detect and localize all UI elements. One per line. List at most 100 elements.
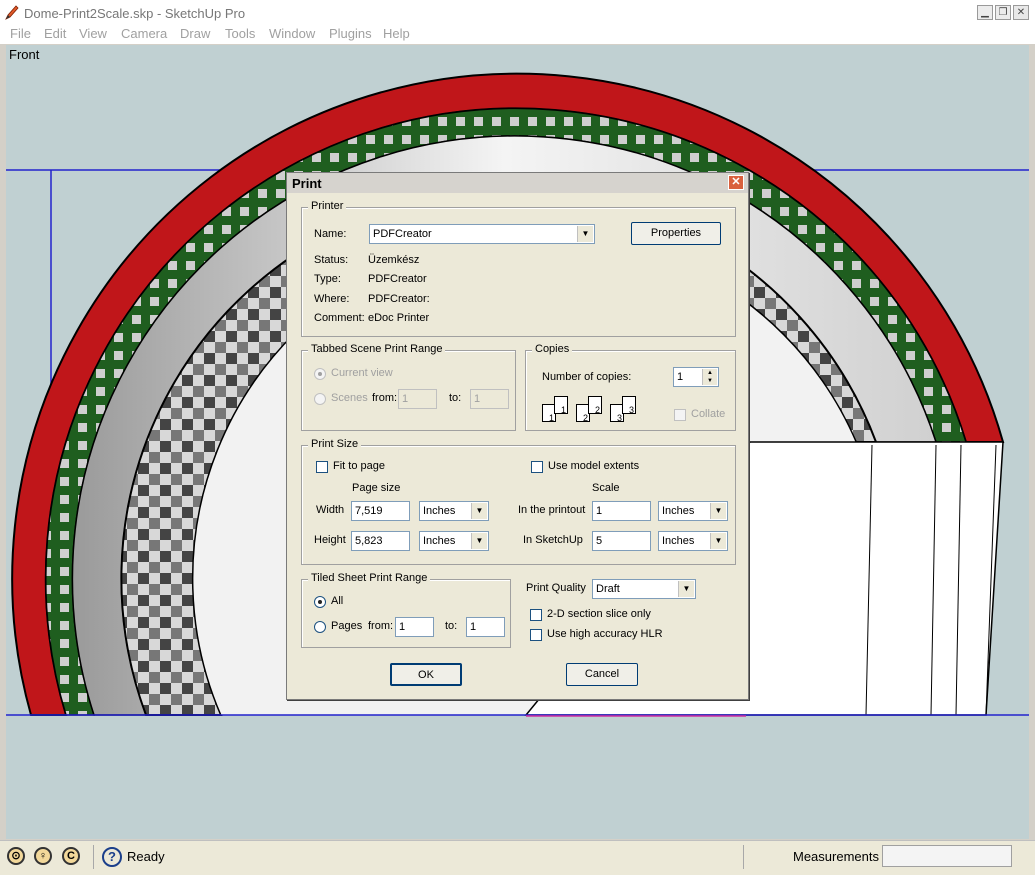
print-dialog: Print ✕ Printer Name: PDFCreator ▼ Prope… — [286, 172, 749, 700]
sketchup-scale-input[interactable]: 5 — [592, 531, 651, 551]
print-quality-value: Draft — [596, 583, 620, 595]
page-icon: 1 — [554, 396, 568, 415]
spin-icon[interactable]: ▲ ▼ — [702, 369, 717, 385]
menu-plugins[interactable]: Plugins — [329, 26, 372, 41]
tiled-range-group: Tiled Sheet Print Range All Pages from: … — [301, 572, 511, 648]
copies-group: Copies Number of copies: 1 ▲ ▼ 1 1 2 2 3 … — [525, 343, 736, 431]
dialog-title-bar: Print ✕ — [287, 173, 748, 193]
close-button[interactable]: ✕ — [1013, 5, 1029, 20]
scene-to-input[interactable]: 1 — [470, 389, 509, 409]
height-unit-select[interactable]: Inches ▼ — [419, 531, 489, 551]
menu-file[interactable]: File — [10, 26, 31, 41]
close-icon: ✕ — [1016, 7, 1026, 18]
high-accuracy-checkbox[interactable] — [530, 629, 542, 641]
tiled-all-radio[interactable] — [314, 596, 326, 608]
credits-icon[interactable]: ♀ — [34, 847, 52, 865]
collate-checkbox[interactable] — [674, 409, 686, 421]
dialog-close-button[interactable]: ✕ — [728, 175, 744, 190]
tiled-range-legend: Tiled Sheet Print Range — [308, 572, 431, 584]
height-input[interactable]: 5,823 — [351, 531, 410, 551]
minimize-icon: ▁ — [981, 7, 989, 18]
dropdown-arrow-icon: ▼ — [471, 533, 487, 549]
use-model-extents-label: Use model extents — [548, 460, 640, 472]
scenes-label: Scenes — [331, 392, 368, 404]
scene-to-label: to: — [449, 392, 462, 404]
dropdown-arrow-icon: ▼ — [710, 533, 726, 549]
print-quality-select[interactable]: Draft ▼ — [592, 579, 696, 599]
copyright-icon[interactable]: C — [62, 847, 80, 865]
copies-label: Number of copies: — [542, 371, 632, 383]
width-input[interactable]: 7,519 — [351, 501, 410, 521]
window-title: Dome-Print2Scale.skp - SketchUp Pro — [24, 6, 246, 21]
sketchup-logo-icon — [5, 5, 19, 20]
tiled-pages-label: Pages — [331, 620, 363, 632]
type-label: Type: — [314, 273, 341, 285]
printout-unit-select[interactable]: Inches ▼ — [658, 501, 728, 521]
menu-window[interactable]: Window — [269, 26, 315, 41]
menu-view[interactable]: View — [79, 26, 107, 41]
page-icon: 3 — [622, 396, 636, 415]
menu-tools[interactable]: Tools — [225, 26, 255, 41]
where-value: PDFCreator: — [368, 293, 430, 305]
width-unit-select[interactable]: Inches ▼ — [419, 501, 489, 521]
height-label: Height — [314, 534, 346, 546]
printer-legend: Printer — [308, 200, 347, 212]
sketchup-unit-select[interactable]: Inches ▼ — [658, 531, 728, 551]
where-label: Where: — [314, 293, 350, 305]
menu-help[interactable]: Help — [383, 26, 410, 41]
tiled-pages-radio[interactable] — [314, 621, 326, 633]
tiled-from-input[interactable]: 1 — [395, 617, 434, 637]
scene-range-group: Tabbed Scene Print Range Current view Sc… — [301, 343, 516, 431]
printout-label: In the printout — [518, 504, 586, 516]
type-value: PDFCreator — [368, 273, 427, 285]
page-icon: 2 — [588, 396, 602, 415]
maximize-button[interactable]: ❐ — [995, 5, 1011, 20]
printout-scale-input[interactable]: 1 — [592, 501, 651, 521]
copies-spinner[interactable]: 1 ▲ ▼ — [673, 367, 719, 387]
status-bar: ⊙ ♀ C ? Ready Measurements — [0, 840, 1035, 875]
dropdown-arrow-icon: ▼ — [710, 503, 726, 519]
height-unit-value: Inches — [423, 535, 456, 547]
dropdown-arrow-icon: ▼ — [471, 503, 487, 519]
status-separator — [743, 845, 744, 869]
collate-label: Collate — [691, 408, 726, 420]
print-size-legend: Print Size — [308, 438, 362, 450]
menu-draw[interactable]: Draw — [180, 26, 210, 41]
tiled-from-label: from: — [368, 620, 394, 632]
geolocation-icon[interactable]: ⊙ — [7, 847, 25, 865]
dropdown-arrow-icon: ▼ — [577, 226, 593, 242]
tiled-to-input[interactable]: 1 — [466, 617, 505, 637]
maximize-icon: ❐ — [998, 7, 1008, 18]
printout-unit-value: Inches — [662, 505, 695, 517]
sketchup-scale-label: In SketchUp — [523, 534, 583, 546]
measurements-input[interactable] — [882, 845, 1012, 867]
printer-name-select[interactable]: PDFCreator ▼ — [369, 224, 595, 244]
high-accuracy-label: Use high accuracy HLR — [547, 628, 663, 640]
menu-camera[interactable]: Camera — [121, 26, 167, 41]
cancel-button[interactable]: Cancel — [566, 663, 638, 686]
print-size-group: Print Size Fit to page Use model extents… — [301, 438, 736, 565]
scenes-radio[interactable] — [314, 393, 326, 405]
fit-to-page-checkbox[interactable] — [316, 461, 328, 473]
menu-edit[interactable]: Edit — [44, 26, 66, 41]
current-view-label: Current view — [331, 367, 393, 379]
print-quality-label: Print Quality — [526, 582, 586, 594]
dropdown-arrow-icon: ▼ — [678, 581, 694, 597]
width-label: Width — [316, 504, 345, 516]
help-icon[interactable]: ? — [102, 847, 122, 867]
status-text: Ready — [127, 849, 165, 864]
properties-button[interactable]: Properties — [631, 222, 721, 245]
comment-value: eDoc Printer — [368, 312, 430, 324]
section-slice-checkbox[interactable] — [530, 609, 542, 621]
scene-from-input[interactable]: 1 — [398, 389, 437, 409]
sketchup-unit-value: Inches — [662, 535, 695, 547]
measurements-label: Measurements — [793, 849, 879, 864]
copies-value: 1 — [677, 371, 684, 383]
current-view-radio[interactable] — [314, 368, 326, 380]
minimize-button[interactable]: ▁ — [977, 5, 993, 20]
section-slice-label: 2-D section slice only — [547, 608, 651, 620]
ok-button[interactable]: OK — [390, 663, 462, 686]
tiled-to-label: to: — [445, 620, 458, 632]
use-model-extents-checkbox[interactable] — [531, 461, 543, 473]
comment-label: Comment: — [314, 312, 365, 324]
